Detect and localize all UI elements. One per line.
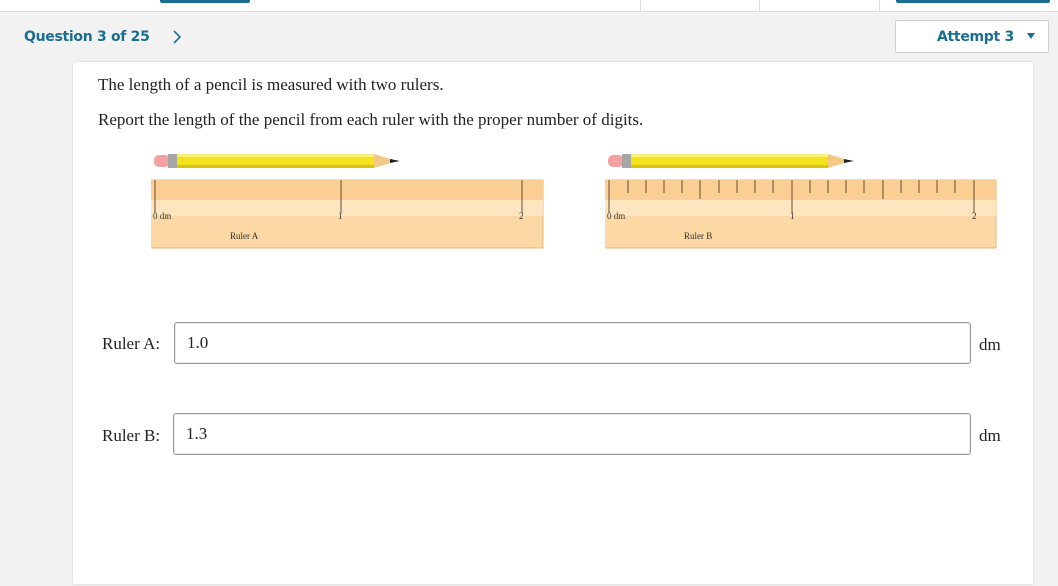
- ruler-a-zero-label: 0 dm: [153, 211, 172, 221]
- active-tab-indicator: [160, 0, 250, 3]
- ruler-b-answer-field[interactable]: [173, 413, 971, 455]
- ruler-a-unit: dm: [979, 335, 1001, 354]
- ruler-b-caption: Ruler B: [684, 231, 713, 241]
- ruler-b-answer-label: Ruler B:: [102, 426, 161, 445]
- ruler-a-caption: Ruler A: [230, 231, 259, 241]
- question-text-instruction: Report the length of the pencil from eac…: [98, 110, 644, 129]
- question-counter: Question 3 of 25: [24, 29, 150, 45]
- attempt-label: Attempt 3: [937, 28, 1014, 45]
- ruler-a-figure: 0 dm 1 2 Ruler A: [144, 151, 571, 256]
- ruler-a-answer-field[interactable]: [174, 322, 971, 364]
- ruler-b-mark-1: 1: [790, 211, 795, 221]
- ruler-a: [144, 179, 544, 249]
- ruler-a-answer-input[interactable]: [175, 323, 970, 363]
- ruler-a-mark-1: 1: [338, 211, 343, 221]
- ruler-b-figure: 0 dm 1 2 Ruler B: [597, 151, 1025, 256]
- ruler-b-zero-label: 0 dm: [607, 211, 626, 221]
- ruler-b: [597, 179, 997, 249]
- next-question-chevron-icon[interactable]: [172, 28, 186, 46]
- question-navigator: Question 3 of 25: [24, 28, 186, 46]
- ruler-a-illustration: [144, 154, 544, 249]
- top-nav-bar: [0, 0, 1058, 12]
- tab-divider: [759, 0, 760, 12]
- ruler-a-mark-2: 2: [519, 211, 524, 221]
- question-card: The length of a pencil is measured with …: [73, 62, 1033, 584]
- active-tab-indicator: [896, 0, 1050, 3]
- caret-down-icon: [1027, 33, 1035, 39]
- question-text-intro: The length of a pencil is measured with …: [98, 75, 444, 94]
- ruler-b-illustration: [597, 154, 997, 249]
- tab-divider: [640, 0, 641, 12]
- pencil-b: [608, 154, 854, 168]
- ruler-a-answer-label: Ruler A:: [102, 334, 161, 353]
- ruler-b-mark-2: 2: [972, 211, 977, 221]
- ruler-b-unit: dm: [979, 426, 1001, 445]
- ruler-b-answer-input[interactable]: [174, 414, 970, 454]
- tab-divider: [879, 0, 880, 12]
- pencil-a: [154, 154, 400, 168]
- attempt-dropdown[interactable]: Attempt 3: [895, 20, 1049, 53]
